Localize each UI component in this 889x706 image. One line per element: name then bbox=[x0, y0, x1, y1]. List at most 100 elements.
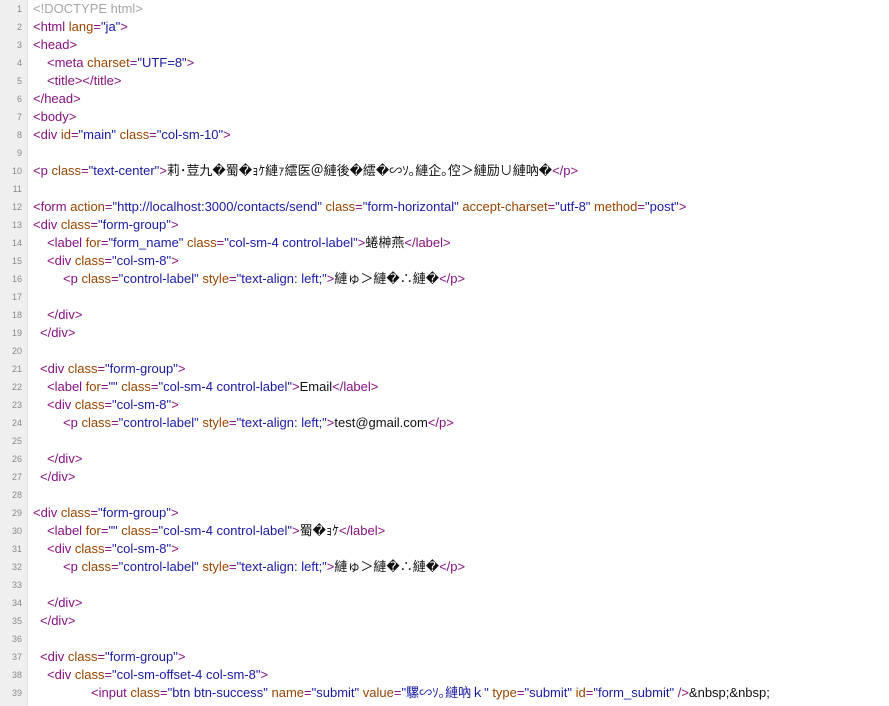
code-token-val: "http://localhost:3000/contacts/send" bbox=[112, 199, 322, 214]
code-token-tag: = bbox=[70, 127, 79, 142]
code-token-tag: = bbox=[97, 649, 106, 664]
code-token-attr: for bbox=[85, 235, 101, 250]
code-token-attr: style bbox=[198, 415, 230, 430]
code-line: 31 <div class="col-sm-8"> bbox=[0, 540, 889, 558]
code-token-attr: class bbox=[81, 271, 112, 286]
source-code-viewer: 1 <!DOCTYPE html> 2 <html lang="ja"> 3 <head>… bbox=[0, 0, 889, 706]
code-token-val: "騾∽ｿ｡縺吶ｋ" bbox=[401, 685, 489, 700]
code-token-attr: id bbox=[572, 685, 586, 700]
code-token-attr: class bbox=[60, 505, 91, 520]
code-token-tag: > bbox=[170, 217, 179, 232]
code-token-tag: = bbox=[149, 127, 157, 142]
code-text: <div class="form-group"> bbox=[33, 216, 178, 234]
code-line: 24 <p class="control-label" style="text-a… bbox=[0, 414, 889, 432]
code-token-val: "text-align: left;" bbox=[236, 415, 327, 430]
code-line: 30 <label for="" class="col-sm-4 control-… bbox=[0, 522, 889, 540]
code-text: <!DOCTYPE html> bbox=[33, 0, 143, 18]
line-number: 8 bbox=[16, 130, 22, 140]
line-number: 24 bbox=[11, 418, 22, 428]
code-token-tag: <p bbox=[63, 559, 82, 574]
code-text: <div id="main" class="col-sm-10"> bbox=[33, 126, 231, 144]
code-token-tag: </p> bbox=[552, 163, 579, 178]
code-token-text: 縺ゅ＞縺�∴縺� bbox=[334, 559, 440, 574]
code-line: 20 bbox=[0, 342, 889, 360]
code-token-val: "submit" bbox=[311, 685, 360, 700]
code-token-tag: <div bbox=[40, 649, 68, 664]
code-token-tag: <p bbox=[63, 415, 82, 430]
code-text: <label for="" class="col-sm-4 control-la… bbox=[33, 378, 378, 396]
line-number: 6 bbox=[16, 94, 22, 104]
code-token-val: "form-horizontal" bbox=[362, 199, 459, 214]
code-token-tag: </div> bbox=[47, 307, 83, 322]
code-token-tag: > bbox=[171, 397, 179, 412]
code-token-text: &nbsp;&nbsp; bbox=[688, 685, 770, 700]
line-number: 39 bbox=[11, 688, 22, 698]
code-text: <p class="control-label" style="text-ali… bbox=[33, 270, 465, 288]
code-token-tag: = bbox=[97, 361, 106, 376]
code-text: <p class="text-center">莉･荳九�蜀�ｮｹ縺ｧ繧医＠縺後�… bbox=[33, 162, 578, 180]
code-token-tag: = bbox=[90, 505, 99, 520]
code-token-val: "col-sm-8" bbox=[112, 253, 172, 268]
code-token-attr: class bbox=[81, 415, 112, 430]
code-token-tag: </label> bbox=[332, 379, 379, 394]
code-token-val: "col-sm-4 control-label" bbox=[158, 523, 293, 538]
line-number: 15 bbox=[11, 256, 22, 266]
code-token-tag: <div bbox=[47, 541, 75, 556]
code-text: </div> bbox=[33, 324, 75, 342]
code-token-val: "btn btn-success" bbox=[167, 685, 268, 700]
line-number: 19 bbox=[11, 328, 22, 338]
code-text: <head> bbox=[33, 36, 77, 54]
code-line: 18 </div> bbox=[0, 306, 889, 324]
line-number: 22 bbox=[11, 382, 22, 392]
line-number: 36 bbox=[11, 634, 22, 644]
code-line: 1 <!DOCTYPE html> bbox=[0, 0, 889, 18]
code-token-tag: = bbox=[160, 685, 168, 700]
code-line: 11 bbox=[0, 180, 889, 198]
code-token-attr: name bbox=[267, 685, 305, 700]
line-number: 4 bbox=[16, 58, 22, 68]
code-token-tag: </label> bbox=[338, 523, 386, 538]
code-token-tag: > bbox=[186, 55, 195, 70]
code-token-val: "post" bbox=[645, 199, 679, 214]
code-token-tag: <div bbox=[47, 397, 75, 412]
code-token-attr: class bbox=[74, 667, 105, 682]
line-number: 29 bbox=[11, 508, 22, 518]
code-token-tag: </div> bbox=[40, 325, 76, 340]
line-number: 5 bbox=[16, 76, 22, 86]
code-line: 17 bbox=[0, 288, 889, 306]
code-token-tag: <head> bbox=[33, 37, 78, 52]
code-token-attr: class bbox=[130, 685, 161, 700]
code-token-val: "submit" bbox=[524, 685, 573, 700]
code-token-attr: accept-charset bbox=[458, 199, 548, 214]
code-line: 7 <body> bbox=[0, 108, 889, 126]
code-token-tag: = bbox=[104, 541, 113, 556]
line-number: 11 bbox=[12, 184, 22, 194]
code-token-attr: id bbox=[60, 127, 71, 142]
line-number: 35 bbox=[11, 616, 22, 626]
code-token-tag: = bbox=[104, 667, 113, 682]
line-number: 10 bbox=[11, 166, 22, 176]
code-token-val: "control-label" bbox=[118, 271, 199, 286]
code-token-tag: = bbox=[150, 523, 159, 538]
code-token-val: "text-center" bbox=[88, 163, 160, 178]
code-text: <div class="col-sm-8"> bbox=[33, 396, 179, 414]
code-text: </head> bbox=[33, 90, 81, 108]
code-line: 21 <div class="form-group"> bbox=[0, 360, 889, 378]
code-token-tag: <input bbox=[91, 685, 131, 700]
code-line: 22 <label for="" class="col-sm-4 control-… bbox=[0, 378, 889, 396]
code-line: 5 <title></title> bbox=[0, 72, 889, 90]
code-token-attr: class bbox=[183, 235, 217, 250]
code-text: <label for="form_name" class="col-sm-4 c… bbox=[33, 234, 451, 252]
code-token-attr: class bbox=[74, 541, 105, 556]
code-text: </div> bbox=[33, 306, 82, 324]
code-token-val: "utf-8" bbox=[555, 199, 591, 214]
code-text: <p class="control-label" style="text-ali… bbox=[33, 414, 454, 432]
code-token-tag: > bbox=[177, 361, 186, 376]
line-number: 16 bbox=[11, 274, 22, 284]
code-token-attr: class bbox=[60, 217, 91, 232]
code-line: 28 bbox=[0, 486, 889, 504]
code-token-tag: > bbox=[260, 667, 269, 682]
code-text: <div class="form-group"> bbox=[33, 648, 185, 666]
code-token-tag: = bbox=[104, 253, 113, 268]
code-line: 19 </div> bbox=[0, 324, 889, 342]
